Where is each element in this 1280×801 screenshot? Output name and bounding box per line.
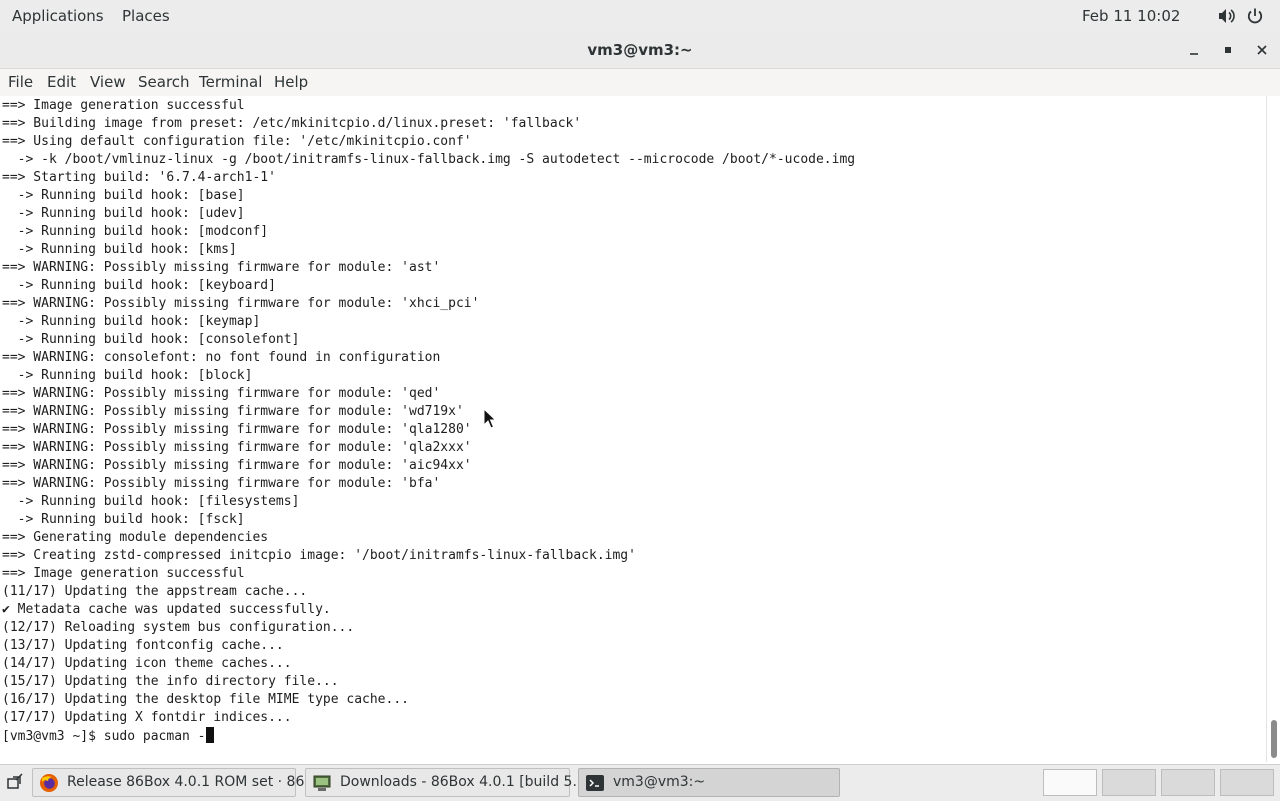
terminal-line: (11/17) Updating the appstream cache... bbox=[2, 584, 308, 599]
terminal-line: (16/17) Updating the desktop file MIME t… bbox=[2, 692, 409, 707]
workspace-4[interactable] bbox=[1220, 769, 1274, 796]
firefox-icon bbox=[39, 773, 59, 793]
menu-search[interactable]: Search bbox=[138, 69, 190, 96]
top-panel: Applications Places Feb 11 10:02 bbox=[0, 0, 1280, 33]
menu-help[interactable]: Help bbox=[274, 69, 308, 96]
power-icon[interactable] bbox=[1245, 6, 1265, 26]
terminal-line: -> Running build hook: [kms] bbox=[2, 242, 237, 257]
menu-view[interactable]: View bbox=[90, 69, 126, 96]
terminal-line: ==> Image generation successful bbox=[2, 98, 245, 113]
terminal-scrollbar[interactable] bbox=[1266, 96, 1280, 762]
terminal-line: ==> Starting build: '6.7.4-arch1-1' bbox=[2, 170, 276, 185]
terminal-line: ==> WARNING: Possibly missing firmware f… bbox=[2, 440, 472, 455]
text-cursor bbox=[205, 727, 214, 743]
task-86box-window[interactable]: Downloads - 86Box 4.0.1 [build 5... bbox=[305, 768, 586, 797]
terminal-output[interactable]: ==> Image generation successful ==> Build… bbox=[0, 96, 1266, 762]
scrollbar-thumb[interactable] bbox=[1271, 720, 1277, 758]
terminal-line: ==> Using default configuration file: '/… bbox=[2, 134, 472, 149]
minimize-icon[interactable] bbox=[1184, 40, 1204, 60]
terminal-line: ==> WARNING: Possibly missing firmware f… bbox=[2, 260, 441, 275]
maximize-icon[interactable] bbox=[1218, 40, 1238, 60]
window-titlebar[interactable]: vm3@vm3:~ bbox=[0, 32, 1280, 69]
86box-icon bbox=[312, 773, 332, 793]
applications-menu[interactable]: Applications bbox=[12, 0, 104, 32]
menu-terminal[interactable]: Terminal bbox=[199, 69, 262, 96]
terminal-line: -> Running build hook: [filesystems] bbox=[2, 494, 300, 509]
terminal-line: (12/17) Reloading system bus configurati… bbox=[2, 620, 355, 635]
task-label: vm3@vm3:~ bbox=[613, 774, 706, 790]
shell-prompt: [vm3@vm3 ~]$ bbox=[2, 729, 104, 744]
workspace-1[interactable] bbox=[1043, 769, 1097, 796]
terminal-line: ==> Creating zstd-compressed initcpio im… bbox=[2, 548, 636, 563]
task-label: Release 86Box 4.0.1 ROM set · 86... bbox=[67, 774, 318, 790]
places-menu[interactable]: Places bbox=[122, 0, 170, 32]
terminal-line: (13/17) Updating fontconfig cache... bbox=[2, 638, 284, 653]
terminal-line: ==> WARNING: Possibly missing firmware f… bbox=[2, 404, 464, 419]
terminal-line: -> Running build hook: [fsck] bbox=[2, 512, 245, 527]
terminal-line: (17/17) Updating X fontdir indices... bbox=[2, 710, 292, 725]
taskbar: Release 86Box 4.0.1 ROM set · 86... Down… bbox=[0, 764, 1280, 801]
terminal-line: -> Running build hook: [block] bbox=[2, 368, 253, 383]
task-label: Downloads - 86Box 4.0.1 [build 5... bbox=[340, 774, 586, 790]
prompt-line[interactable]: [vm3@vm3 ~]$ sudo pacman - bbox=[2, 727, 855, 745]
terminal-line: -> Running build hook: [base] bbox=[2, 188, 245, 203]
terminal-line: ==> Image generation successful bbox=[2, 566, 245, 581]
show-desktop-icon[interactable] bbox=[2, 768, 28, 796]
terminal-line: ==> WARNING: Possibly missing firmware f… bbox=[2, 458, 472, 473]
terminal-icon bbox=[585, 773, 605, 793]
terminal-line: ==> WARNING: Possibly missing firmware f… bbox=[2, 422, 472, 437]
workspace-3[interactable] bbox=[1161, 769, 1215, 796]
terminal-line: ==> Generating module dependencies bbox=[2, 530, 269, 545]
terminal-line: ==> WARNING: consolefont: no font found … bbox=[2, 350, 441, 365]
terminal-line: -> Running build hook: [udev] bbox=[2, 206, 245, 221]
clock[interactable]: Feb 11 10:02 bbox=[1082, 0, 1180, 32]
terminal-line: (15/17) Updating the info directory file… bbox=[2, 674, 339, 689]
terminal-lines: ==> Image generation successful ==> Build… bbox=[2, 97, 855, 745]
terminal-line: ==> WARNING: Possibly missing firmware f… bbox=[2, 386, 441, 401]
workspace-2[interactable] bbox=[1102, 769, 1156, 796]
mouse-pointer-icon bbox=[483, 408, 497, 429]
terminal-menubar: File Edit View Search Terminal Help bbox=[0, 69, 1280, 96]
terminal-line: -> Running build hook: [modconf] bbox=[2, 224, 269, 239]
terminal-line: -> Running build hook: [consolefont] bbox=[2, 332, 300, 347]
window-title: vm3@vm3:~ bbox=[587, 41, 693, 59]
command-input[interactable]: sudo pacman - bbox=[104, 729, 206, 744]
task-terminal-window[interactable]: vm3@vm3:~ bbox=[578, 768, 840, 797]
close-icon[interactable] bbox=[1252, 40, 1272, 60]
terminal-line: -> Running build hook: [keymap] bbox=[2, 314, 261, 329]
menu-file[interactable]: File bbox=[8, 69, 33, 96]
terminal-line: -> Running build hook: [keyboard] bbox=[2, 278, 276, 293]
terminal-line: (14/17) Updating icon theme caches... bbox=[2, 656, 292, 671]
terminal-line: -> -k /boot/vmlinuz-linux -g /boot/initr… bbox=[2, 152, 856, 167]
volume-icon[interactable] bbox=[1216, 6, 1236, 26]
task-firefox-window[interactable]: Release 86Box 4.0.1 ROM set · 86... bbox=[32, 768, 318, 797]
menu-edit[interactable]: Edit bbox=[47, 69, 76, 96]
terminal-line: ==> WARNING: Possibly missing firmware f… bbox=[2, 296, 480, 311]
terminal-line: ==> WARNING: Possibly missing firmware f… bbox=[2, 476, 441, 491]
terminal-line: ✔ Metadata cache was updated successfull… bbox=[2, 602, 331, 617]
terminal-line: ==> Building image from preset: /etc/mki… bbox=[2, 116, 582, 131]
